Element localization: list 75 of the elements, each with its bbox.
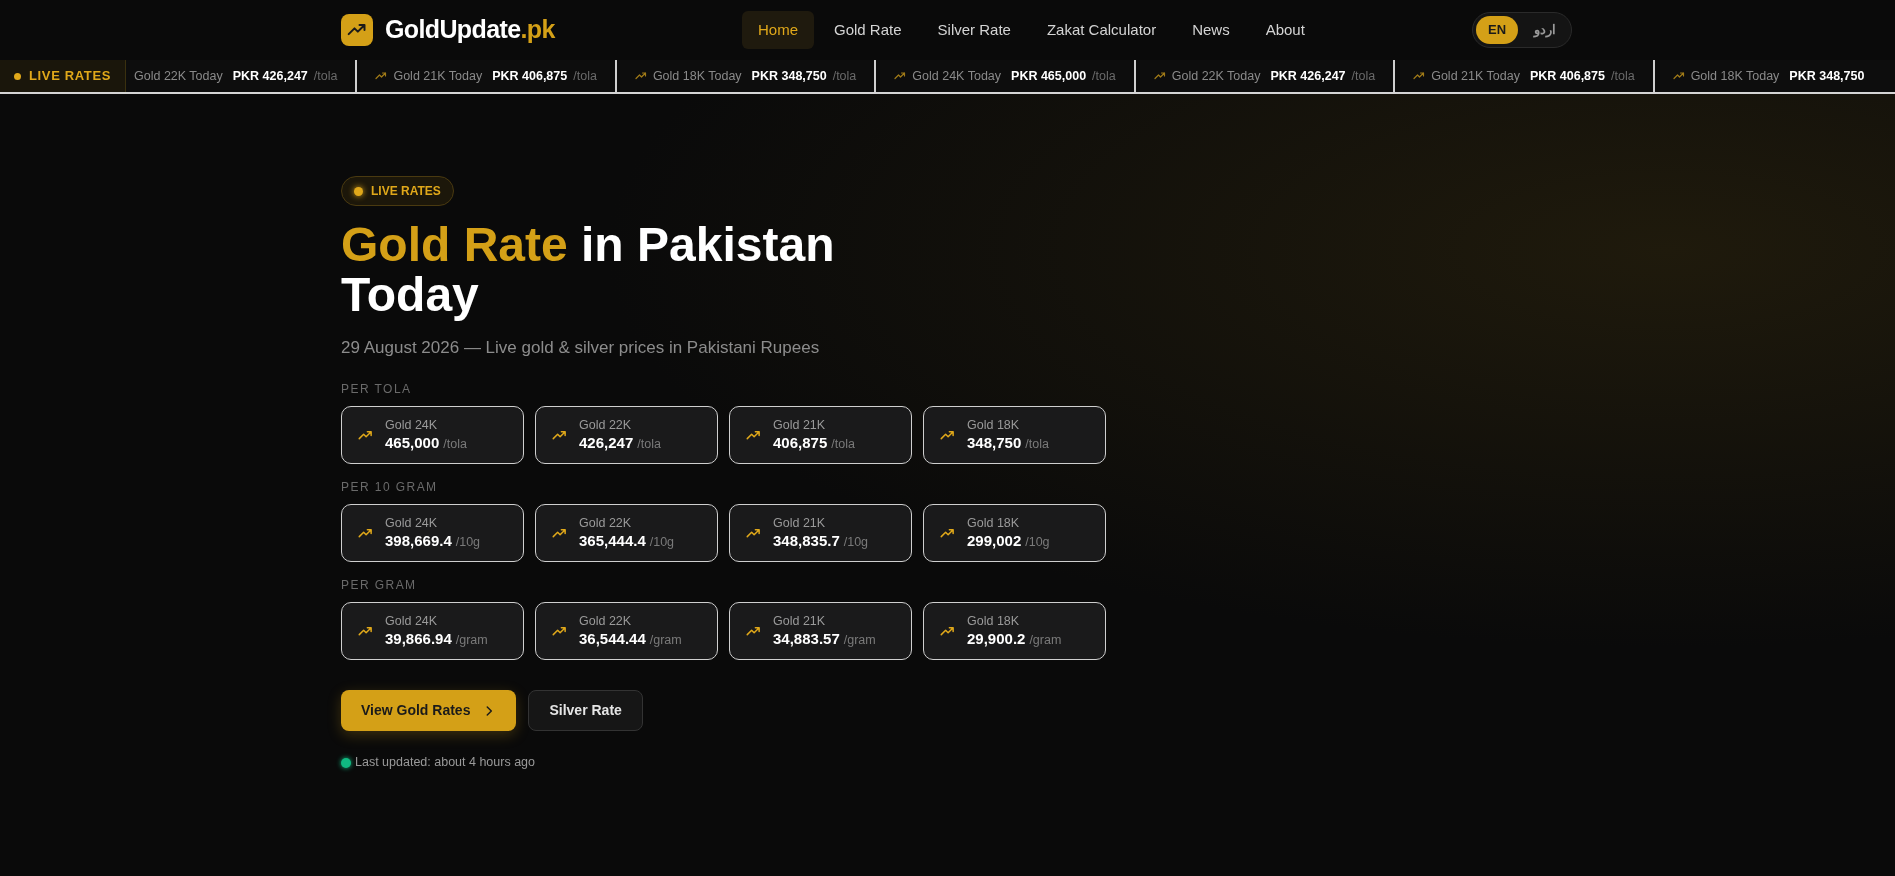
- ticker-label: Gold 21K Today: [393, 67, 483, 85]
- ticker-price: PKR 426,247: [1270, 67, 1346, 85]
- rate-value: 398,669.4: [385, 531, 452, 551]
- rate-unit: /10g: [455, 534, 481, 551]
- ticker-unit: /tola: [313, 67, 338, 85]
- rate-unit: /gram: [649, 632, 682, 649]
- ticker-label: Gold 22K Today: [1171, 67, 1261, 85]
- section-label: PER TOLA: [341, 381, 413, 399]
- rate-name: Gold 22K: [579, 614, 633, 630]
- nav-link[interactable]: About: [1249, 10, 1321, 50]
- ticker-unit: /tola: [573, 67, 597, 85]
- rate-name: Gold 24K: [385, 614, 439, 630]
- rate-unit: /gram: [843, 632, 876, 649]
- section-label: PER GRAM: [341, 577, 418, 595]
- rate-unit: /tola: [443, 436, 467, 453]
- rate-value: 39,866.94: [385, 629, 452, 649]
- rate-name: Gold 24K: [385, 418, 439, 434]
- ticker-price: PKR 348,750: [751, 67, 827, 85]
- ticker-label: Gold 18K Today: [652, 67, 742, 85]
- rate-name: Gold 22K: [579, 516, 633, 532]
- ticker-unit: /tola: [1092, 67, 1116, 85]
- last-updated-text: Last updated: about 4 hours ago: [355, 754, 535, 772]
- rate-value: 299,002: [967, 531, 1022, 551]
- rate-name: Gold 24K: [385, 516, 439, 532]
- nav-link[interactable]: Silver Rate: [921, 10, 1027, 50]
- ticker-price: PKR 348,750: [1789, 67, 1865, 85]
- language-option[interactable]: اردو: [1522, 16, 1569, 44]
- rate-name: Gold 21K: [773, 418, 827, 434]
- rate-unit: /tola: [637, 436, 661, 453]
- nav-link[interactable]: Home: [742, 10, 814, 50]
- rate-value: 365,444.4: [579, 531, 646, 551]
- rate-value: 465,000: [385, 433, 440, 453]
- language-option[interactable]: EN: [1476, 16, 1519, 44]
- rate-value: 348,835.7: [773, 531, 840, 551]
- ticker-label: Gold 24K Today: [912, 67, 1002, 85]
- rate-unit: /gram: [1029, 632, 1062, 649]
- nav-link[interactable]: Gold Rate: [818, 10, 918, 50]
- ticker-price: PKR 406,875: [1529, 67, 1605, 85]
- ticker-price: PKR 426,247: [232, 67, 308, 85]
- live-rates-badge: LIVE RATES: [0, 60, 126, 92]
- secondary-action-button[interactable]: Silver Rate: [528, 690, 643, 732]
- ticker-label: Gold 18K Today: [1690, 67, 1780, 85]
- site-logo[interactable]: GoldUpdate.pk: [385, 11, 555, 49]
- rate-name: Gold 22K: [579, 418, 633, 434]
- primary-action-button[interactable]: View Gold Rates: [341, 690, 517, 732]
- rate-unit: /tola: [1025, 436, 1049, 453]
- rate-unit: /tola: [831, 436, 855, 453]
- rate-name: Gold 21K: [773, 516, 827, 532]
- nav-link[interactable]: News: [1176, 10, 1246, 50]
- rate-unit: /10g: [649, 534, 675, 551]
- nav-link[interactable]: Zakat Calculator: [1030, 10, 1173, 50]
- rate-unit: /10g: [843, 534, 869, 551]
- subtitle: 29 August 2026 — Live gold & silver prices in Pakistani Rupees: [341, 336, 820, 359]
- rate-value: 29,900.2: [967, 629, 1026, 649]
- rate-unit: /10g: [1025, 534, 1050, 551]
- rate-name: Gold 18K: [967, 516, 1021, 532]
- ticker-price: PKR 465,000: [1011, 67, 1087, 85]
- rate-value: 34,883.57: [773, 629, 840, 649]
- live-rates-badge: LIVE RATES: [341, 176, 454, 206]
- rate-name: Gold 18K: [967, 614, 1021, 630]
- ticker-unit: /tola: [1351, 67, 1376, 85]
- ticker-label: Gold 21K Today: [1431, 67, 1520, 85]
- ticker-price: PKR 406,875: [492, 67, 568, 85]
- rate-value: 348,750: [967, 433, 1022, 453]
- ticker-unit: /tola: [832, 67, 857, 85]
- page-heading: Gold Rate in Pakistan Today: [341, 220, 836, 321]
- rate-unit: /gram: [455, 632, 488, 649]
- rate-value: 406,875: [773, 433, 828, 453]
- rate-name: Gold 18K: [967, 418, 1021, 434]
- section-label: PER 10 GRAM: [341, 479, 439, 497]
- ticker-unit: /tola: [1611, 67, 1635, 85]
- rate-name: Gold 21K: [773, 614, 827, 630]
- rate-value: 426,247: [579, 433, 634, 453]
- rate-value: 36,544.44: [579, 629, 646, 649]
- ticker-label: Gold 22K Today: [134, 67, 223, 85]
